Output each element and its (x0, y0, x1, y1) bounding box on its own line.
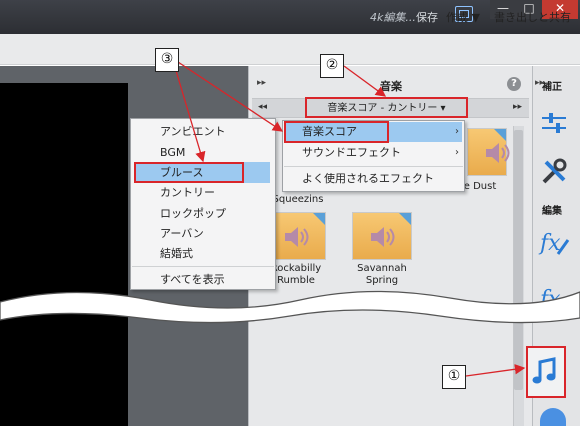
genre-item-rock-pop[interactable]: ロックポップ (130, 204, 276, 223)
tools-icon[interactable] (538, 156, 570, 188)
tool-panel-collapse-button[interactable]: ▸▸ (535, 78, 544, 88)
genre-item-country[interactable]: カントリー (130, 183, 276, 202)
category-item-sound-effects[interactable]: サウンドエフェクト › (282, 143, 465, 162)
genre-item-bgm[interactable]: BGM (130, 143, 276, 162)
audio-clip-thumbnail[interactable] (352, 212, 412, 260)
adjust-section-label: 補正 (542, 82, 562, 93)
chevron-right-icon: › (455, 126, 459, 137)
create-menu[interactable]: 作成 ▼ (446, 9, 480, 25)
audio-clip-label: Savannah Spring (357, 263, 407, 286)
music-note-icon (532, 357, 556, 384)
menu-divider (284, 166, 463, 167)
genre-item-wedding[interactable]: 結婚式 (130, 244, 276, 263)
category-item-music-score[interactable]: 音楽スコア › (282, 122, 465, 141)
speaker-icon (371, 227, 395, 247)
save-button[interactable]: 保存 (416, 9, 438, 25)
project-title: 4k編集... (370, 11, 416, 24)
menu-bar (0, 34, 580, 65)
music-tool-button[interactable] (526, 346, 566, 398)
callout-1: ① (442, 365, 466, 389)
breadcrumb-prev-button[interactable]: ◂◂ (258, 102, 267, 112)
panel-title: 音楽 (380, 80, 402, 93)
callout-3: ③ (155, 48, 179, 72)
callout-2: ② (320, 54, 344, 78)
audio-clip-label: e Dust (463, 181, 497, 192)
panel-collapse-button[interactable]: ▸▸ (257, 78, 266, 88)
chevron-right-icon: › (455, 147, 459, 158)
genre-item-show-all[interactable]: すべてを表示 (130, 270, 276, 289)
speaker-icon (285, 227, 309, 247)
effects-icon[interactable]: fx (538, 226, 570, 258)
menu-divider (132, 266, 274, 267)
genre-item-blues[interactable]: ブルース (130, 163, 276, 182)
edit-section-label: 編集 (542, 206, 562, 217)
category-item-label: サウンドエフェクト (302, 146, 401, 159)
export-share-menu[interactable]: 書き出しと共有 (494, 9, 571, 25)
category-item-label: 音楽スコア (302, 125, 357, 138)
category-item-frequent-effects[interactable]: よく使用されるエフェクト (282, 169, 465, 188)
audio-clip-label: Squeezins (272, 194, 324, 205)
scrollbar-thumb[interactable] (514, 130, 523, 390)
category-breadcrumb-dropdown[interactable]: 音楽スコア - カントリー ▾ (305, 97, 468, 118)
speaker-icon (486, 143, 510, 163)
breadcrumb-next-button[interactable]: ▸▸ (513, 102, 522, 112)
audio-clip-thumbnail[interactable] (467, 128, 510, 176)
genre-item-ambient[interactable]: アンビエント (130, 122, 276, 141)
video-preview (0, 83, 128, 426)
help-icon[interactable]: ? (507, 77, 521, 91)
genre-item-urban[interactable]: アーバン (130, 224, 276, 243)
adjust-sliders-icon[interactable] (538, 108, 570, 140)
image-break-separator (0, 290, 580, 324)
